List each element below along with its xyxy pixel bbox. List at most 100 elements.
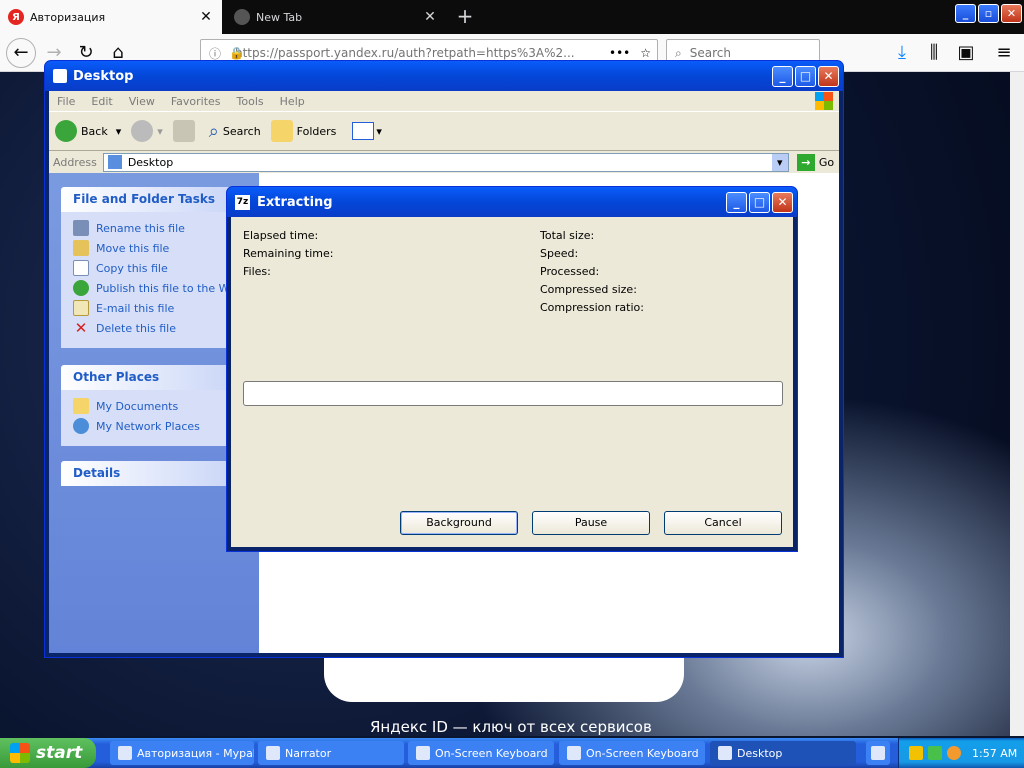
menu-file[interactable]: File	[49, 95, 83, 108]
email-file-link[interactable]: E-mail this file	[73, 298, 247, 318]
copy-file-link[interactable]: Copy this file	[73, 258, 247, 278]
window-maximize-button[interactable]: ▫	[978, 4, 999, 23]
ie-icon	[53, 69, 67, 83]
menu-favorites[interactable]: Favorites	[163, 95, 229, 108]
publish-file-link[interactable]: Publish this file to the Web	[73, 278, 247, 298]
taskbar-item-label: On-Screen Keyboard	[435, 746, 548, 760]
taskbar-item-desktop[interactable]: Desktop	[710, 741, 856, 765]
new-tab-button[interactable]: +	[452, 4, 478, 30]
taskbar-item-narrator[interactable]: Narrator	[258, 741, 404, 765]
views-icon	[352, 122, 375, 140]
menu-view[interactable]: View	[121, 95, 163, 108]
taskbar-item-label: Desktop	[737, 746, 783, 760]
back-icon[interactable]: ←	[6, 38, 36, 68]
info-icon[interactable]: ⓘ	[209, 45, 221, 62]
elapsed-time-label: Elapsed time:	[243, 229, 319, 242]
menu-tools[interactable]: Tools	[229, 95, 272, 108]
minimize-button[interactable]: _	[726, 192, 747, 213]
views-button[interactable]: ▾	[352, 122, 382, 140]
background-button[interactable]: Background	[400, 511, 518, 535]
menu-edit[interactable]: Edit	[83, 95, 120, 108]
pause-button[interactable]: Pause	[532, 511, 650, 535]
maximize-button[interactable]: □	[795, 66, 816, 87]
up-folder-button[interactable]	[172, 120, 199, 142]
processed-label: Processed:	[540, 265, 600, 278]
windows-flag-icon	[815, 92, 833, 110]
address-bar: Address Desktop ▾ → Go	[49, 151, 839, 173]
progress-bar	[243, 381, 783, 406]
address-input[interactable]: Desktop ▾	[102, 152, 789, 172]
details-panel: Details	[61, 461, 247, 486]
explorer-title-bar[interactable]: Desktop _ □ ✕	[45, 61, 843, 91]
go-label: Go	[818, 155, 835, 169]
search-icon: ⌕	[675, 45, 682, 60]
browser-tab-bar: Я Авторизация ✕ New Tab ✕ + _ ▫ ✕	[0, 0, 1024, 34]
my-network-places-label: My Network Places	[96, 419, 200, 433]
dropdown-arrow-icon[interactable]: ▾	[376, 125, 382, 138]
network-icon[interactable]	[928, 746, 942, 760]
page-footer-text: Яндекс ID — ключ от всех сервисов	[370, 718, 652, 736]
close-tab-icon[interactable]: ✕	[422, 9, 438, 25]
window-minimize-button[interactable]: _	[955, 4, 976, 23]
start-button[interactable]: start	[0, 738, 96, 768]
dropdown-arrow-icon[interactable]: ▾	[157, 125, 163, 138]
taskbar-item-mypal[interactable]: Авторизация - Mypal	[110, 741, 254, 765]
taskbar-item-osk-1[interactable]: On-Screen Keyboard	[408, 741, 554, 765]
dialog-title-bar[interactable]: 7z Extracting _ □ ✕	[227, 187, 797, 217]
shield-icon[interactable]	[909, 746, 923, 760]
menu-icon[interactable]: ≡	[990, 39, 1018, 67]
page-scrollbar[interactable]	[1010, 72, 1024, 736]
menu-help[interactable]: Help	[272, 95, 313, 108]
file-tasks-panel: File and Folder Tasks Rename this file M…	[61, 187, 247, 348]
forward-arrow-icon	[131, 120, 154, 142]
page-actions-icon[interactable]: •••	[609, 46, 630, 60]
sidebar-icon[interactable]: ▣	[952, 39, 980, 67]
close-tab-icon[interactable]: ✕	[198, 9, 214, 25]
dialog-title: Extracting	[257, 194, 333, 210]
move-file-link[interactable]: Move this file	[73, 238, 247, 258]
other-places-header[interactable]: Other Places	[61, 365, 247, 390]
keyboard-layout-icon[interactable]	[866, 741, 890, 765]
network-icon	[73, 418, 89, 434]
folders-label: Folders	[296, 124, 337, 138]
my-documents-link[interactable]: My Documents	[73, 396, 247, 416]
details-header[interactable]: Details	[61, 461, 247, 486]
go-button[interactable]: → Go	[796, 153, 835, 171]
folders-button[interactable]: Folders	[270, 120, 337, 142]
yandex-icon: Я	[8, 9, 24, 25]
delete-file-link[interactable]: ✕ Delete this file	[73, 318, 247, 338]
dialog-client: Elapsed time: Remaining time: Files: Tot…	[231, 217, 793, 547]
system-tray: 1:57 AM	[898, 738, 1024, 768]
close-button[interactable]: ✕	[772, 192, 793, 213]
magnifier-icon[interactable]	[947, 746, 961, 760]
tab-authorization[interactable]: Я Авторизация ✕	[0, 0, 222, 34]
my-network-places-link[interactable]: My Network Places	[73, 416, 247, 436]
dropdown-arrow-icon[interactable]: ▾	[771, 153, 788, 171]
minimize-button[interactable]: _	[772, 66, 793, 87]
toolbar: Back ▾ ▾ ⌕ Search Folders ▾	[49, 111, 839, 151]
windows-logo-icon	[10, 743, 30, 763]
back-button[interactable]: Back ▾	[55, 120, 121, 142]
copy-icon	[73, 260, 89, 276]
address-label: Address	[53, 155, 97, 169]
maximize-button[interactable]: □	[749, 192, 770, 213]
copy-file-label: Copy this file	[96, 261, 168, 275]
taskbar-item-osk-2[interactable]: On-Screen Keyboard	[559, 741, 705, 765]
tab-new-tab[interactable]: New Tab ✕	[226, 0, 446, 34]
search-button[interactable]: ⌕ Search	[209, 121, 261, 142]
rename-file-link[interactable]: Rename this file	[73, 218, 247, 238]
cancel-button[interactable]: Cancel	[664, 511, 782, 535]
bookmark-star-icon[interactable]: ☆	[640, 46, 651, 60]
download-icon[interactable]: ⤓	[888, 39, 916, 67]
dropdown-arrow-icon[interactable]: ▾	[116, 125, 122, 138]
window-close-button[interactable]: ✕	[1001, 4, 1022, 23]
rename-icon	[73, 220, 89, 236]
file-tasks-header[interactable]: File and Folder Tasks	[61, 187, 247, 212]
close-button[interactable]: ✕	[818, 66, 839, 87]
library-icon[interactable]: ⫼	[920, 39, 948, 67]
taskbar-item-label: Авторизация - Mypal	[137, 746, 254, 760]
left-stats: Elapsed time: Remaining time: Files:	[243, 229, 333, 283]
envelope-icon	[73, 300, 89, 316]
search-icon: ⌕	[208, 120, 219, 142]
forward-button[interactable]: ▾	[131, 120, 163, 142]
